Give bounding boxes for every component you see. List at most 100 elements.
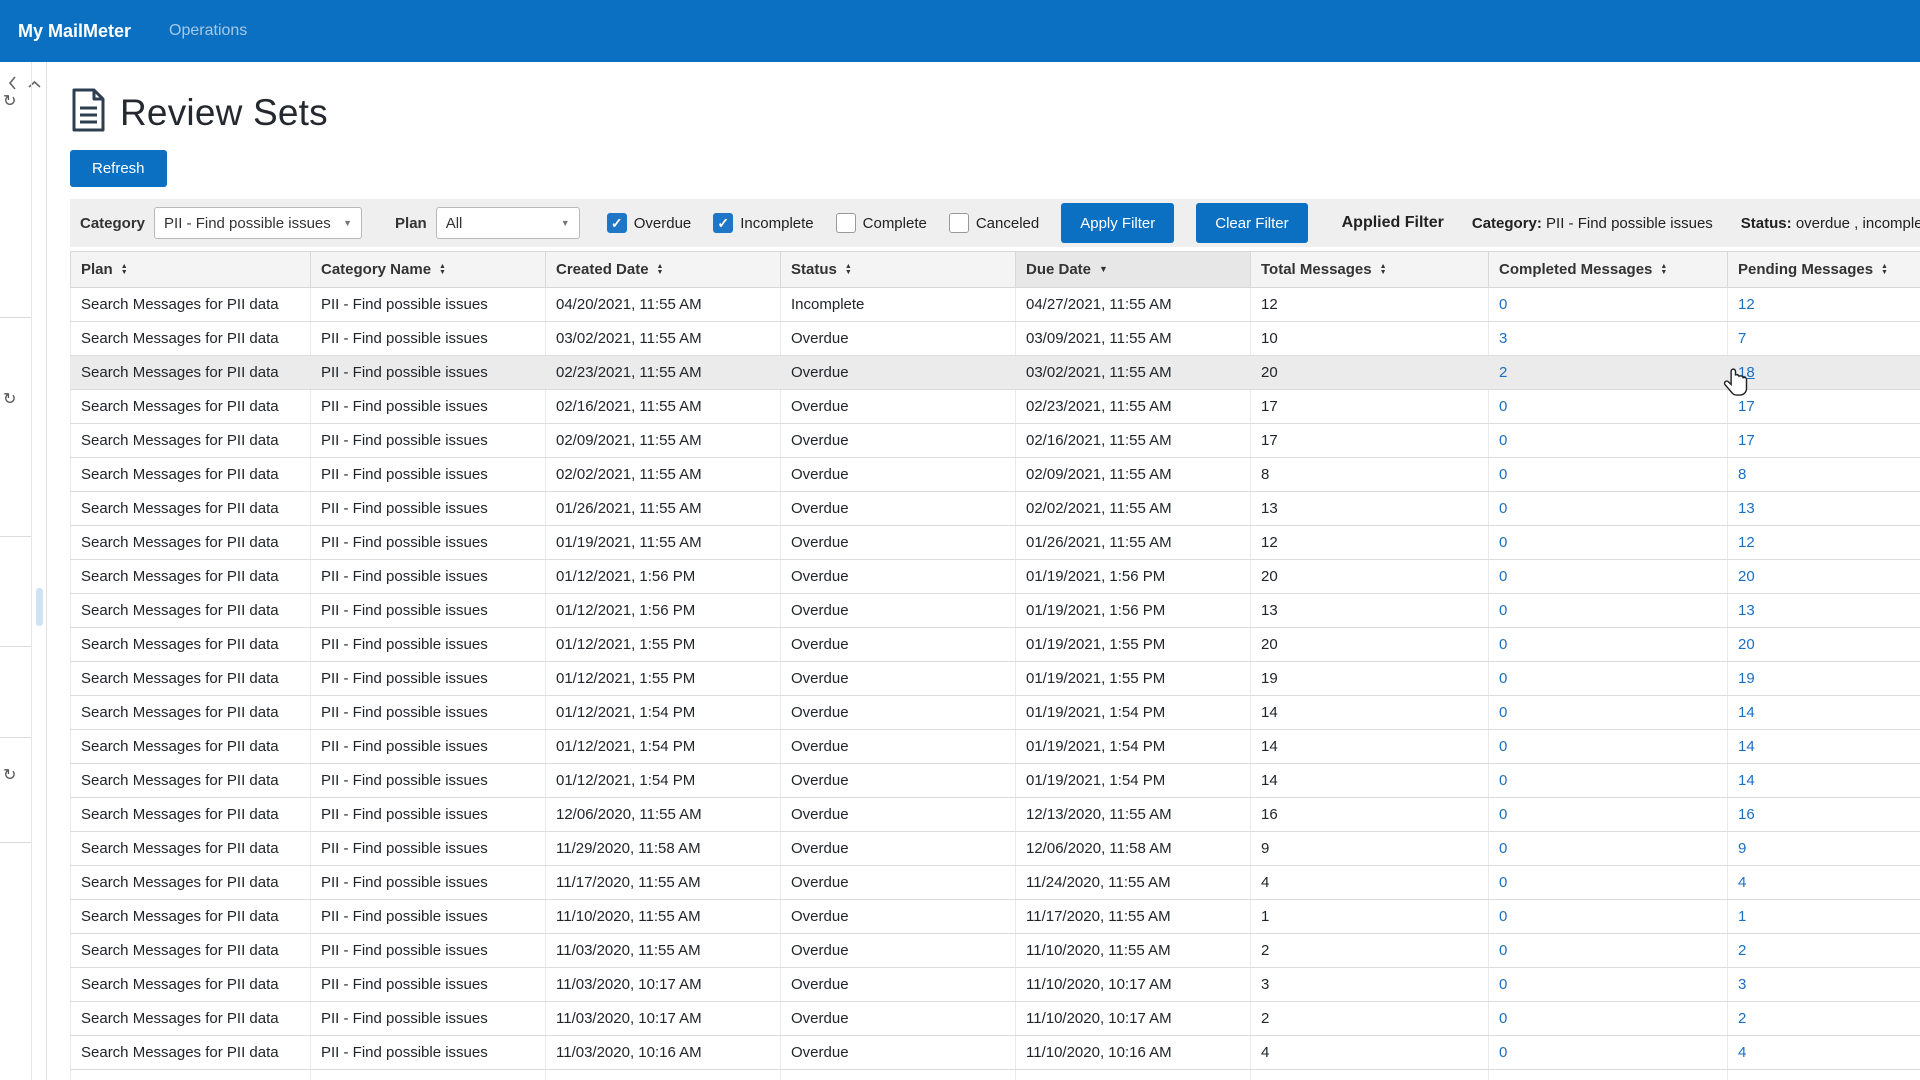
incomplete-checkbox-box[interactable]: ✓ xyxy=(713,213,733,233)
pending-messages-link[interactable]: 17 xyxy=(1738,432,1755,449)
brand-logo[interactable]: My MailMeter xyxy=(18,21,131,42)
pending-messages-link[interactable]: 20 xyxy=(1738,568,1755,585)
completed-messages-link[interactable]: 0 xyxy=(1499,296,1507,313)
pending-messages-link[interactable]: 7 xyxy=(1738,330,1746,347)
checkbox-incomplete[interactable]: ✓Incomplete xyxy=(713,213,813,233)
pending-messages-link[interactable]: 13 xyxy=(1738,500,1755,517)
canceled-checkbox-box[interactable] xyxy=(949,213,969,233)
completed-messages-link[interactable]: 0 xyxy=(1499,636,1507,653)
refresh-button[interactable]: Refresh xyxy=(70,150,167,187)
column-header-status[interactable]: Status▲▼ xyxy=(781,252,1016,288)
completed-messages-link[interactable]: 0 xyxy=(1499,1044,1507,1061)
completed-messages-link[interactable]: 0 xyxy=(1499,772,1507,789)
cell-plan: Search Messages for PII data xyxy=(71,866,311,900)
pending-messages-link[interactable]: 16 xyxy=(1738,806,1755,823)
pending-messages-link[interactable]: 14 xyxy=(1738,738,1755,755)
cell-created: 11/03/2020, 10:17 AM xyxy=(546,968,781,1002)
cell-total: 13 xyxy=(1251,492,1489,526)
cell-category: PII - Find possible issues xyxy=(311,594,546,628)
pending-messages-link[interactable]: 20 xyxy=(1738,636,1755,653)
chevron-up-icon[interactable] xyxy=(28,76,41,94)
checkbox-canceled[interactable]: Canceled xyxy=(949,213,1039,233)
column-header-plan[interactable]: Plan▲▼ xyxy=(71,252,311,288)
column-header-category-name[interactable]: Category Name▲▼ xyxy=(311,252,546,288)
completed-messages-link[interactable]: 0 xyxy=(1499,398,1507,415)
pending-messages-link[interactable]: 9 xyxy=(1738,840,1746,857)
completed-messages-link[interactable]: 0 xyxy=(1499,670,1507,687)
table-body: Search Messages for PII data PII - Find p… xyxy=(71,288,1920,1080)
completed-messages-link[interactable]: 0 xyxy=(1499,874,1507,891)
refresh-icon[interactable]: ↻ xyxy=(3,94,16,110)
cell-total: 9 xyxy=(1251,832,1489,866)
table-row: Search Messages for PII dataPII - Find p… xyxy=(71,322,1920,356)
pending-messages-link[interactable]: 4 xyxy=(1738,874,1746,891)
pending-messages-link[interactable]: 1 xyxy=(1738,908,1746,925)
completed-messages-link[interactable]: 0 xyxy=(1499,432,1507,449)
completed-messages-link[interactable]: 0 xyxy=(1499,534,1507,551)
refresh-icon[interactable]: ↻ xyxy=(3,392,16,408)
column-header-completed-messages[interactable]: Completed Messages▲▼ xyxy=(1489,252,1728,288)
filter-bar: Category PII - Find possible issues ▼ Pl… xyxy=(70,199,1920,247)
column-header-total-messages[interactable]: Total Messages▲▼ xyxy=(1251,252,1489,288)
cell-due: 01/19/2021, 1:54 PM xyxy=(1016,764,1251,798)
pending-messages-link[interactable]: 12 xyxy=(1738,296,1755,313)
table-row: Search Messages for PII dataPII - Find p… xyxy=(71,458,1920,492)
cell-completed: 0 xyxy=(1489,1002,1728,1036)
cell-total: 3 xyxy=(1251,1070,1489,1080)
completed-messages-link[interactable]: 3 xyxy=(1499,330,1507,347)
completed-messages-link[interactable]: 0 xyxy=(1499,1010,1507,1027)
pending-messages-link[interactable]: 4 xyxy=(1738,1044,1746,1061)
completed-messages-link[interactable]: 0 xyxy=(1499,806,1507,823)
completed-messages-link[interactable]: 0 xyxy=(1499,840,1507,857)
cell-total: 14 xyxy=(1251,696,1489,730)
checkbox-overdue[interactable]: ✓Overdue xyxy=(607,213,692,233)
overdue-checkbox-box[interactable]: ✓ xyxy=(607,213,627,233)
completed-messages-link[interactable]: 0 xyxy=(1499,908,1507,925)
cell-created: 02/23/2021, 11:55 AM xyxy=(546,356,781,390)
table-row: Search Messages for PII dataPII - Find p… xyxy=(71,696,1920,730)
completed-messages-link[interactable]: 0 xyxy=(1499,602,1507,619)
cell-plan: Search Messages for PII data xyxy=(71,424,311,458)
completed-messages-link[interactable]: 0 xyxy=(1499,738,1507,755)
pending-messages-link[interactable]: 18 xyxy=(1738,364,1755,381)
completed-messages-link[interactable]: 0 xyxy=(1499,500,1507,517)
column-header-due-date[interactable]: Due Date▼ xyxy=(1016,252,1251,288)
pending-messages-link[interactable]: 14 xyxy=(1738,772,1755,789)
pending-messages-link[interactable]: 8 xyxy=(1738,466,1746,483)
pending-messages-link[interactable]: 2 xyxy=(1738,1010,1746,1027)
apply-filter-button[interactable]: Apply Filter xyxy=(1061,203,1174,243)
column-header-created-date[interactable]: Created Date▲▼ xyxy=(546,252,781,288)
cell-created: 01/12/2021, 1:54 PM xyxy=(546,764,781,798)
main-content: Review Sets Refresh Category PII - Find … xyxy=(47,62,1920,1080)
column-label: Plan xyxy=(81,261,113,278)
clear-filter-button[interactable]: Clear Filter xyxy=(1196,203,1307,243)
checkbox-complete[interactable]: Complete xyxy=(836,213,927,233)
complete-checkbox-box[interactable] xyxy=(836,213,856,233)
cell-created: 11/03/2020, 10:16 AM xyxy=(546,1070,781,1080)
cell-pending: 12 xyxy=(1728,526,1920,560)
pending-messages-link[interactable]: 17 xyxy=(1738,398,1755,415)
cell-completed: 0 xyxy=(1489,594,1728,628)
cell-created: 03/02/2021, 11:55 AM xyxy=(546,322,781,356)
cell-created: 01/12/2021, 1:56 PM xyxy=(546,560,781,594)
pending-messages-link[interactable]: 13 xyxy=(1738,602,1755,619)
completed-messages-link[interactable]: 0 xyxy=(1499,568,1507,585)
plan-dropdown[interactable]: All ▼ xyxy=(436,207,580,239)
pending-messages-link[interactable]: 3 xyxy=(1738,976,1746,993)
cell-total: 3 xyxy=(1251,968,1489,1002)
cell-created: 02/02/2021, 11:55 AM xyxy=(546,458,781,492)
refresh-icon[interactable]: ↻ xyxy=(3,768,16,784)
completed-messages-link[interactable]: 0 xyxy=(1499,466,1507,483)
pending-messages-link[interactable]: 2 xyxy=(1738,942,1746,959)
category-dropdown[interactable]: PII - Find possible issues ▼ xyxy=(154,207,362,239)
completed-messages-link[interactable]: 0 xyxy=(1499,976,1507,993)
pending-messages-link[interactable]: 12 xyxy=(1738,534,1755,551)
cell-created: 01/19/2021, 11:55 AM xyxy=(546,526,781,560)
pending-messages-link[interactable]: 14 xyxy=(1738,704,1755,721)
pending-messages-link[interactable]: 19 xyxy=(1738,670,1755,687)
column-header-pending-messages[interactable]: Pending Messages▲▼ xyxy=(1728,252,1920,288)
nav-item-operations[interactable]: Operations xyxy=(169,22,247,40)
completed-messages-link[interactable]: 0 xyxy=(1499,942,1507,959)
completed-messages-link[interactable]: 2 xyxy=(1499,364,1507,381)
completed-messages-link[interactable]: 0 xyxy=(1499,704,1507,721)
